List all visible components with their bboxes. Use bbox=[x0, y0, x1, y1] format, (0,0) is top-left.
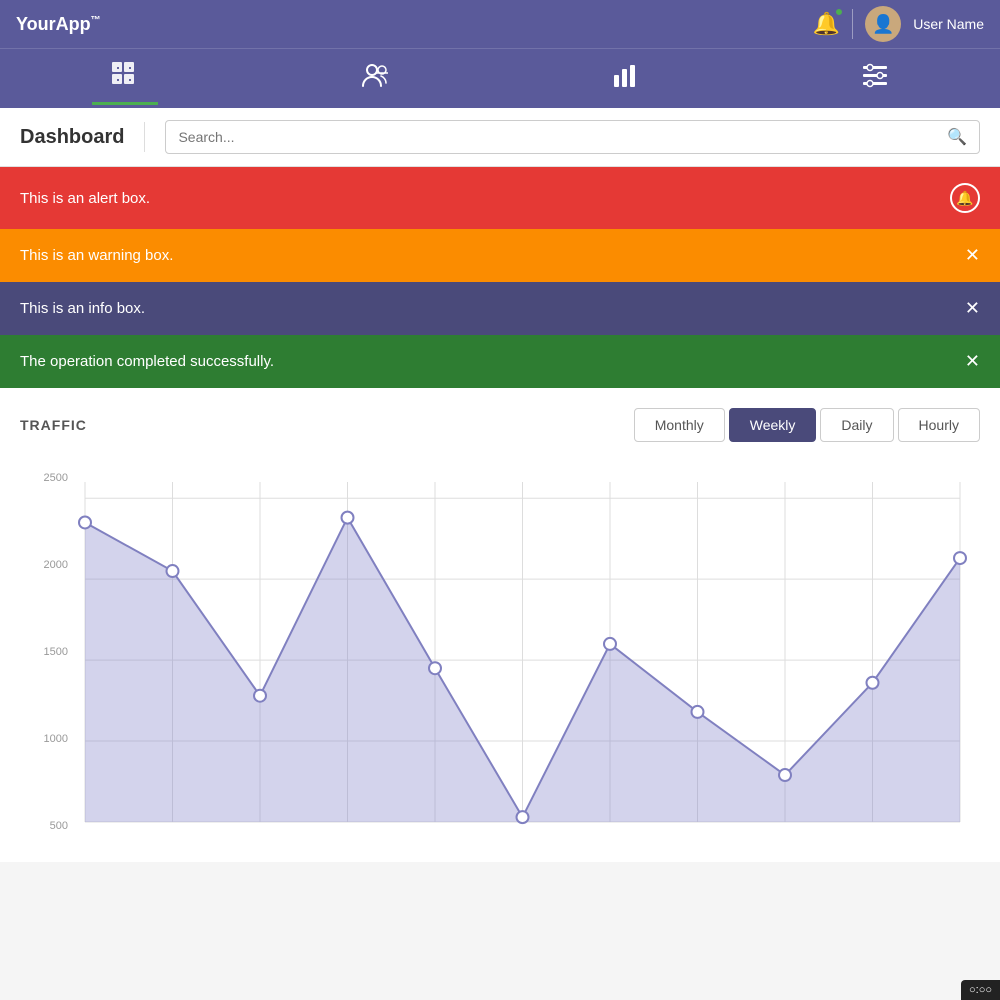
settings-icon bbox=[860, 61, 890, 96]
divider bbox=[852, 9, 853, 39]
search-container: 🔍 bbox=[165, 120, 980, 154]
notification-badge bbox=[834, 7, 844, 17]
alert-green-text: The operation completed successfully. bbox=[20, 353, 274, 370]
app-title-sup: ™ bbox=[91, 15, 101, 26]
traffic-section: TRAFFIC Monthly Weekly Daily Hourly 2500… bbox=[0, 388, 1000, 862]
notification-bell[interactable]: 🔔 bbox=[813, 11, 840, 37]
nav-item-dashboard[interactable] bbox=[70, 52, 180, 105]
search-icon[interactable]: 🔍 bbox=[947, 127, 967, 147]
traffic-title: TRAFFIC bbox=[20, 417, 87, 433]
y-label-1500: 1500 bbox=[20, 646, 68, 658]
nav-item-analytics[interactable] bbox=[570, 53, 680, 104]
alert-orange-text: This is an warning box. bbox=[20, 247, 173, 264]
alert-purple-text: This is an info box. bbox=[20, 300, 145, 317]
search-input[interactable] bbox=[178, 129, 947, 145]
tab-daily[interactable]: Daily bbox=[820, 408, 893, 442]
alert-orange-close[interactable]: ✕ bbox=[965, 245, 980, 266]
app-title: YourApp™ bbox=[16, 14, 101, 35]
tab-monthly[interactable]: Monthly bbox=[634, 408, 725, 442]
alert-purple-close[interactable]: ✕ bbox=[965, 298, 980, 319]
top-bar: YourApp™ 🔔 👤 User Name bbox=[0, 0, 1000, 48]
alert-red-text: This is an alert box. bbox=[20, 190, 150, 207]
nav-item-settings[interactable] bbox=[820, 53, 930, 104]
traffic-tabs: Monthly Weekly Daily Hourly bbox=[634, 408, 980, 442]
tab-weekly[interactable]: Weekly bbox=[729, 408, 817, 442]
y-label-2000: 2000 bbox=[20, 559, 68, 571]
nav-item-users[interactable] bbox=[320, 53, 430, 104]
alert-green-box: The operation completed successfully. ✕ bbox=[0, 335, 1000, 388]
y-label-1000: 1000 bbox=[20, 733, 68, 745]
traffic-header: TRAFFIC Monthly Weekly Daily Hourly bbox=[20, 408, 980, 442]
chart-svg bbox=[75, 462, 980, 842]
tab-hourly[interactable]: Hourly bbox=[898, 408, 980, 442]
top-bar-right: 🔔 👤 User Name bbox=[813, 6, 984, 42]
sub-header-divider bbox=[144, 122, 145, 152]
bottom-bar-text: ○:○○ bbox=[969, 984, 992, 996]
alert-orange-box: This is an warning box. ✕ bbox=[0, 229, 1000, 282]
avatar[interactable]: 👤 bbox=[865, 6, 901, 42]
alert-red-close[interactable]: 🔔 bbox=[950, 183, 980, 213]
y-label-2500: 2500 bbox=[20, 472, 68, 484]
app-logo-area: YourApp™ bbox=[16, 14, 101, 35]
dashboard-icon bbox=[110, 60, 140, 97]
app-title-text: YourApp bbox=[16, 14, 91, 34]
icon-nav bbox=[0, 48, 1000, 108]
alert-purple-box: This is an info box. ✕ bbox=[0, 282, 1000, 335]
y-label-500: 500 bbox=[20, 820, 68, 832]
y-axis-labels: 2500 2000 1500 1000 500 bbox=[20, 462, 68, 842]
page-title: Dashboard bbox=[20, 126, 124, 149]
sub-header: Dashboard 🔍 bbox=[0, 108, 1000, 167]
alert-red-box: This is an alert box. 🔔 bbox=[0, 167, 1000, 229]
alert-green-close[interactable]: ✕ bbox=[965, 351, 980, 372]
bottom-bar: ○:○○ bbox=[961, 980, 1000, 1000]
chart-container: 2500 2000 1500 1000 500 bbox=[20, 462, 980, 842]
analytics-icon bbox=[610, 61, 640, 96]
user-name-label: User Name bbox=[913, 16, 984, 32]
users-icon bbox=[360, 61, 390, 96]
